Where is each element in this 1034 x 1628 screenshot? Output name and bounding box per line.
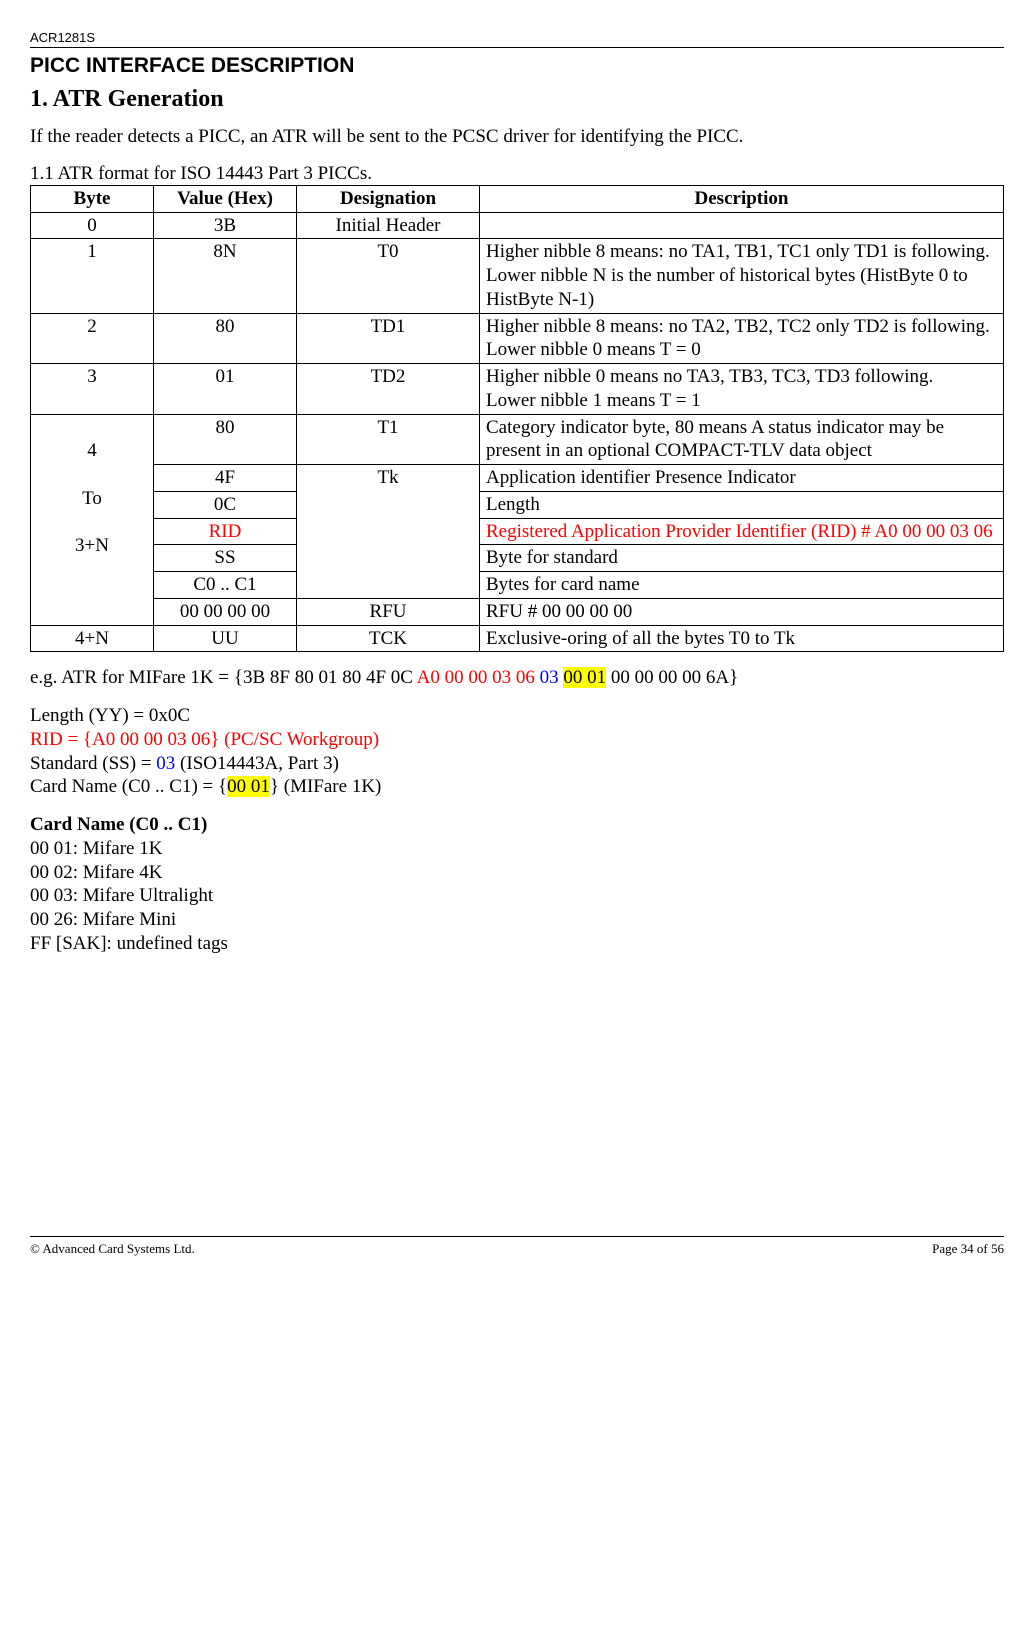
cell-description-rid: Registered Application Provider Identifi… xyxy=(480,518,1004,545)
cell-description: RFU # 00 00 00 00 xyxy=(480,598,1004,625)
cell-value-rid: RID xyxy=(154,518,297,545)
table-row: C0 .. C1 Bytes for card name xyxy=(31,572,1004,599)
cell-description xyxy=(480,212,1004,239)
table-row: 4 To 3+N 80 T1 Category indicator byte, … xyxy=(31,414,1004,465)
table-row: SS Byte for standard xyxy=(31,545,1004,572)
list-item: 00 26: Mifare Mini xyxy=(30,908,1004,932)
def-rid: RID = {A0 00 00 03 06} (PC/SC Workgroup) xyxy=(30,728,1004,752)
table-row: 0 3B Initial Header xyxy=(31,212,1004,239)
cell-byte: 1 xyxy=(31,239,154,313)
page-footer: © Advanced Card Systems Ltd. Page 34 of … xyxy=(30,1236,1004,1257)
cell-value: 80 xyxy=(154,414,297,465)
cardname-list: Card Name (C0 .. C1) 00 01: Mifare 1K 00… xyxy=(30,813,1004,956)
cell-value: 3B xyxy=(154,212,297,239)
cell-value: 00 00 00 00 xyxy=(154,598,297,625)
table-caption: 1.1 ATR format for ISO 14443 Part 3 PICC… xyxy=(30,163,1004,185)
cell-description: Higher nibble 8 means: no TA2, TB2, TC2 … xyxy=(480,313,1004,364)
cell-value: 0C xyxy=(154,491,297,518)
table-row: 2 80 TD1 Higher nibble 8 means: no TA2, … xyxy=(31,313,1004,364)
cell-designation: Initial Header xyxy=(297,212,480,239)
cell-byte: 2 xyxy=(31,313,154,364)
cell-value: 80 xyxy=(154,313,297,364)
cell-description: Byte for standard xyxy=(480,545,1004,572)
def-standard: Standard (SS) = 03 (ISO14443A, Part 3) xyxy=(30,752,1004,776)
cell-description: Length xyxy=(480,491,1004,518)
atr-table: Byte Value (Hex) Designation Description… xyxy=(30,185,1004,653)
cell-value: 01 xyxy=(154,364,297,415)
cell-description: Exclusive-oring of all the bytes T0 to T… xyxy=(480,625,1004,652)
cell-description: Application identifier Presence Indicato… xyxy=(480,465,1004,492)
cell-value: 8N xyxy=(154,239,297,313)
th-value: Value (Hex) xyxy=(154,185,297,212)
table-row: 0C Length xyxy=(31,491,1004,518)
table-header-row: Byte Value (Hex) Designation Description xyxy=(31,185,1004,212)
cell-designation: TCK xyxy=(297,625,480,652)
cell-byte: 4+N xyxy=(31,625,154,652)
footer-right: Page 34 of 56 xyxy=(932,1241,1004,1257)
table-row: 3 01 TD2 Higher nibble 0 means no TA3, T… xyxy=(31,364,1004,415)
cell-byte: 0 xyxy=(31,212,154,239)
table-row: 4+N UU TCK Exclusive-oring of all the by… xyxy=(31,625,1004,652)
th-designation: Designation xyxy=(297,185,480,212)
table-row: RID Registered Application Provider Iden… xyxy=(31,518,1004,545)
def-cardname: Card Name (C0 .. C1) = {00 01} (MIFare 1… xyxy=(30,775,1004,799)
example-atr: e.g. ATR for MIFare 1K = {3B 8F 80 01 80… xyxy=(30,666,1004,690)
list-item: FF [SAK]: undefined tags xyxy=(30,932,1004,956)
intro-paragraph: If the reader detects a PICC, an ATR wil… xyxy=(30,125,1004,149)
cell-designation: T0 xyxy=(297,239,480,313)
footer-left: © Advanced Card Systems Ltd. xyxy=(30,1241,195,1257)
table-row: 1 8N T0 Higher nibble 8 means: no TA1, T… xyxy=(31,239,1004,313)
top-rule xyxy=(30,47,1004,48)
cell-byte: 3 xyxy=(31,364,154,415)
cell-value: 4F xyxy=(154,465,297,492)
th-description: Description xyxy=(480,185,1004,212)
cell-description: Category indicator byte, 80 means A stat… xyxy=(480,414,1004,465)
list-item: 00 03: Mifare Ultralight xyxy=(30,884,1004,908)
cell-value: SS xyxy=(154,545,297,572)
picc-heading: PICC INTERFACE DESCRIPTION xyxy=(30,54,1004,78)
table-row: 4F Tk Application identifier Presence In… xyxy=(31,465,1004,492)
doc-header: ACR1281S xyxy=(30,30,1004,45)
table-row: 00 00 00 00 RFU RFU # 00 00 00 00 xyxy=(31,598,1004,625)
cell-value: C0 .. C1 xyxy=(154,572,297,599)
cell-designation: T1 xyxy=(297,414,480,465)
cardname-title: Card Name (C0 .. C1) xyxy=(30,813,1004,837)
list-item: 00 01: Mifare 1K xyxy=(30,837,1004,861)
cell-value: UU xyxy=(154,625,297,652)
cell-designation: TD1 xyxy=(297,313,480,364)
cell-byte-group: 4 To 3+N xyxy=(31,414,154,625)
cell-description: Bytes for card name xyxy=(480,572,1004,599)
cell-description: Higher nibble 0 means no TA3, TB3, TC3, … xyxy=(480,364,1004,415)
cell-designation: RFU xyxy=(297,598,480,625)
section-heading: 1. ATR Generation xyxy=(30,86,1004,113)
cell-designation-tk: Tk xyxy=(297,465,480,599)
cell-designation: TD2 xyxy=(297,364,480,415)
list-item: 00 02: Mifare 4K xyxy=(30,861,1004,885)
cell-description: Higher nibble 8 means: no TA1, TB1, TC1 … xyxy=(480,239,1004,313)
th-byte: Byte xyxy=(31,185,154,212)
definitions-block: Length (YY) = 0x0C RID = {A0 00 00 03 06… xyxy=(30,704,1004,799)
def-length: Length (YY) = 0x0C xyxy=(30,704,1004,728)
